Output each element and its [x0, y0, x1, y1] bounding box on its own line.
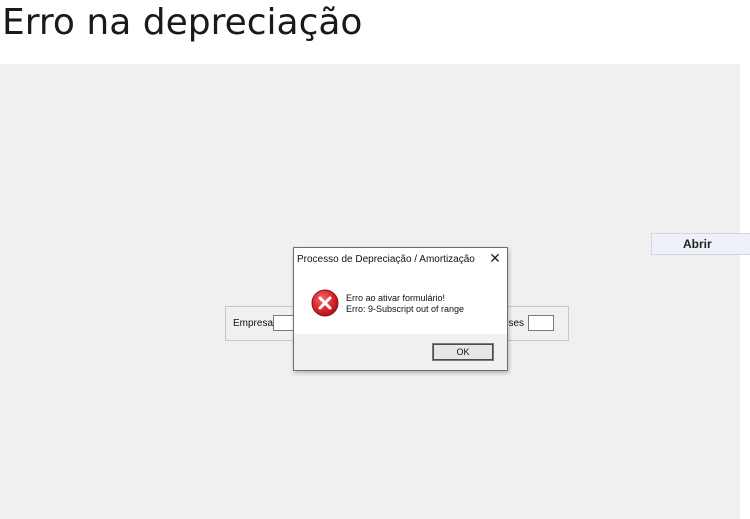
page-title: Erro na depreciação: [2, 2, 363, 43]
dialog-message-line2: Erro: 9-Subscript out of range: [346, 304, 465, 314]
empresa-label: Empresa:: [233, 318, 276, 329]
close-icon[interactable]: ✕: [487, 250, 503, 266]
dialog-title: Processo de Depreciação / Amortização: [297, 254, 475, 265]
dialog-message: Erro ao ativar formulário! Erro: 9-Subsc…: [346, 293, 464, 315]
error-dialog: Processo de Depreciação / Amortização ✕ …: [293, 247, 508, 371]
dialog-footer: OK: [294, 334, 507, 370]
ok-button[interactable]: OK: [432, 343, 494, 361]
error-icon: [311, 289, 339, 317]
page: Erro na depreciação Abrir Empresa: Meses…: [0, 0, 750, 519]
dialog-message-line1: Erro ao ativar formulário!: [346, 293, 446, 303]
open-button[interactable]: Abrir: [651, 233, 750, 255]
meses-input[interactable]: [528, 315, 554, 331]
